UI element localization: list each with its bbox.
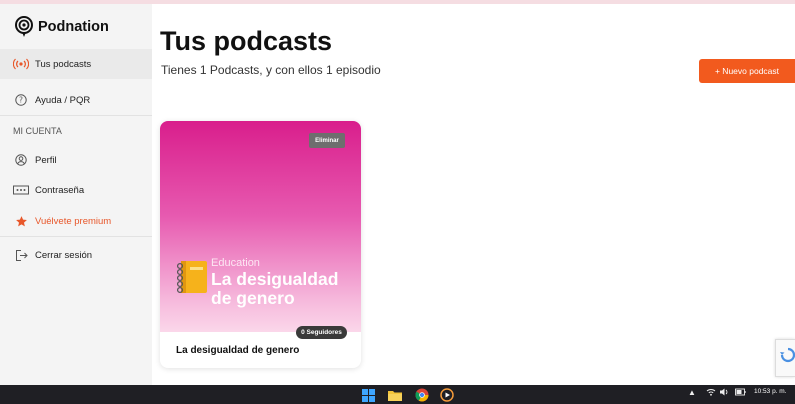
help-circle-icon: ? [13, 92, 29, 108]
sidebar: Podnation Tus podcasts ? Ayuda / PQR MI … [0, 4, 152, 385]
svg-text:?: ? [19, 96, 23, 105]
file-explorer-icon[interactable] [388, 388, 402, 402]
star-icon [13, 213, 29, 229]
recaptcha-badge[interactable] [775, 339, 795, 377]
followers-badge: 0 Seguidores [296, 326, 347, 339]
sidebar-item-label: Contraseña [35, 184, 85, 196]
recaptcha-icon [780, 347, 795, 363]
chrome-icon[interactable] [415, 388, 429, 402]
sidebar-divider [0, 236, 152, 237]
password-icon [13, 182, 29, 198]
logout-icon [13, 247, 29, 263]
podnation-logo-icon [15, 16, 33, 37]
media-player-icon[interactable] [440, 388, 454, 402]
sidebar-item-perfil[interactable]: Perfil [0, 145, 152, 175]
podcast-name[interactable]: La desigualdad de genero [176, 345, 299, 356]
sidebar-item-label: Perfil [35, 154, 57, 166]
podcast-category: Education [211, 257, 260, 269]
sidebar-item-label: Tus podcasts [35, 58, 92, 70]
sidebar-item-cerrar-sesion[interactable]: Cerrar sesión [0, 240, 152, 270]
sidebar-item-premium[interactable]: Vuélvete premium [0, 206, 152, 236]
app-name: Podnation [38, 19, 109, 35]
delete-button[interactable]: Eliminar [309, 133, 345, 148]
battery-icon[interactable] [735, 388, 746, 398]
sidebar-item-label: Vuélvete premium [35, 215, 112, 227]
sidebar-item-ayuda[interactable]: ? Ayuda / PQR [0, 85, 152, 115]
sidebar-item-tus-podcasts[interactable]: Tus podcasts [0, 49, 152, 79]
podcast-cover-title: La desigualdad de genero [211, 269, 339, 308]
podcast-cover[interactable]: Eliminar Education La desigualdad de gen… [160, 121, 361, 339]
sidebar-item-contrasena[interactable]: Contraseña [0, 175, 152, 205]
taskbar-clock[interactable]: 10:53 p. m. [754, 388, 787, 395]
broadcast-icon [13, 56, 29, 72]
user-icon [13, 152, 29, 168]
podcast-card[interactable]: Eliminar Education La desigualdad de gen… [160, 121, 361, 368]
brand[interactable]: Podnation [14, 14, 109, 40]
sidebar-item-label: Cerrar sesión [35, 249, 93, 261]
sidebar-item-label: Ayuda / PQR [35, 94, 91, 106]
page-subtitle: Tienes 1 Podcasts, y con ellos 1 episodi… [161, 63, 381, 77]
windows-start-icon[interactable] [361, 388, 375, 402]
section-label-mi-cuenta: MI CUENTA [13, 126, 62, 136]
notebook-icon [176, 261, 207, 294]
volume-icon[interactable] [720, 388, 730, 398]
new-podcast-button[interactable]: + Nuevo podcast [699, 59, 795, 83]
chevron-up-icon[interactable]: ▲ [688, 388, 696, 397]
page-title: Tus podcasts [160, 26, 333, 56]
wifi-icon[interactable] [706, 388, 716, 398]
sidebar-divider [0, 115, 152, 116]
windows-taskbar: ▲ [0, 385, 795, 404]
